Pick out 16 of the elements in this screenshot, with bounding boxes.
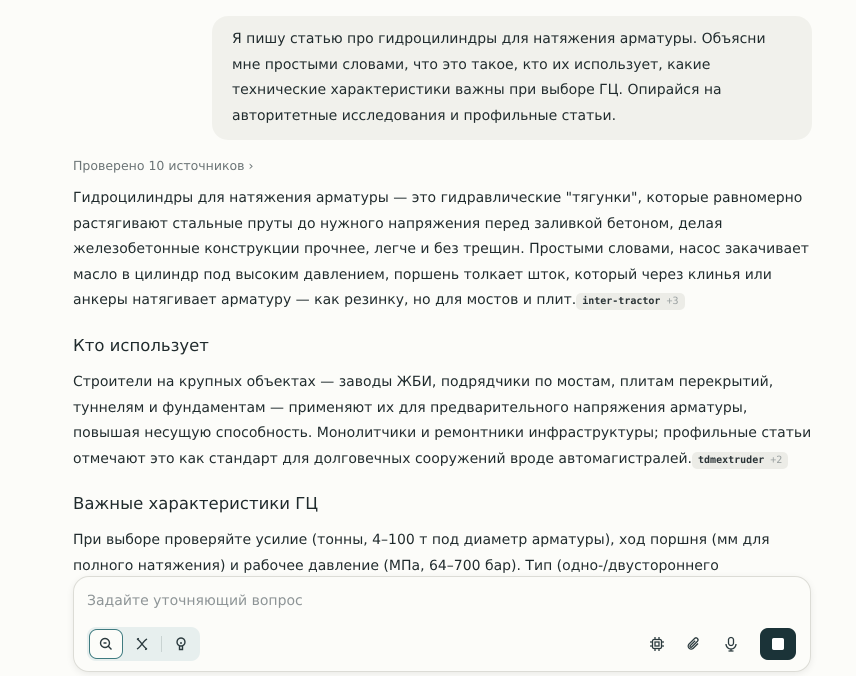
answer-paragraph: Строители на крупных объектах — заводы ЖБИ, подрядчики по мостам, плитам перекрытий, туннелям и фундаментам — применяют их для предварительного напряжения арматуры, повышая несущую способность. Монолитчики и ремонтники инфраструктуры; профильные статьи отмечают это как стандарт для долговечных сооружений вроде автомагистралей. tdmextruder +2 — [73, 372, 812, 471]
sources-link[interactable]: Проверено 10 источников › — [73, 158, 254, 173]
answer-paragraph: Гидроцилиндры для натяжения арматуры — это гидравлические "тягунки", которые равномерно растягивают стальные пруты до нужного напряжения перед заливкой бетоном, делая железобетонные конструкции прочнее, легче и без трещин. Простыми словами, насос закачивает масло в цилиндр под высоким давлением, поршень толкает шток, который через клинья или анкеры натягивает арматуру — как резинку, но для мостов и плит. inter-tractor +3 — [73, 189, 810, 312]
search-mode-button[interactable] — [89, 629, 123, 659]
question-field[interactable]: Задайте уточняющий вопрос — [87, 589, 796, 613]
user-message: Я пишу статью про гидроцилиндры для натяжения арматуры. Объясни мне простыми словами, что это такое, кто их использует, какие технические характеристики важны при выборе ГЦ. Опирайся на авторитетные исследования и профильные статьи. — [212, 16, 812, 140]
citation-chip[interactable]: inter-tractor +3 — [576, 293, 685, 310]
citation-chip[interactable]: tdmextruder +2 — [692, 452, 788, 469]
crossed-strands-icon — [134, 636, 150, 652]
microphone-icon[interactable] — [723, 636, 739, 652]
section-heading: Важные характеристики ГЦ — [73, 493, 320, 516]
chip-icon[interactable] — [649, 636, 665, 652]
answer-paragraph: При выборе проверяйте усилие (тонны, 4–100 т под диаметр арматуры), ход поршня (мм для полного натяжения) и рабочее давление (МПа, 64–700 бар). Тип (одно-/двустороннего — [73, 531, 771, 576]
section-heading: Кто использует — [73, 334, 210, 357]
search-icon — [98, 636, 114, 652]
stop-button[interactable] — [760, 628, 796, 660]
